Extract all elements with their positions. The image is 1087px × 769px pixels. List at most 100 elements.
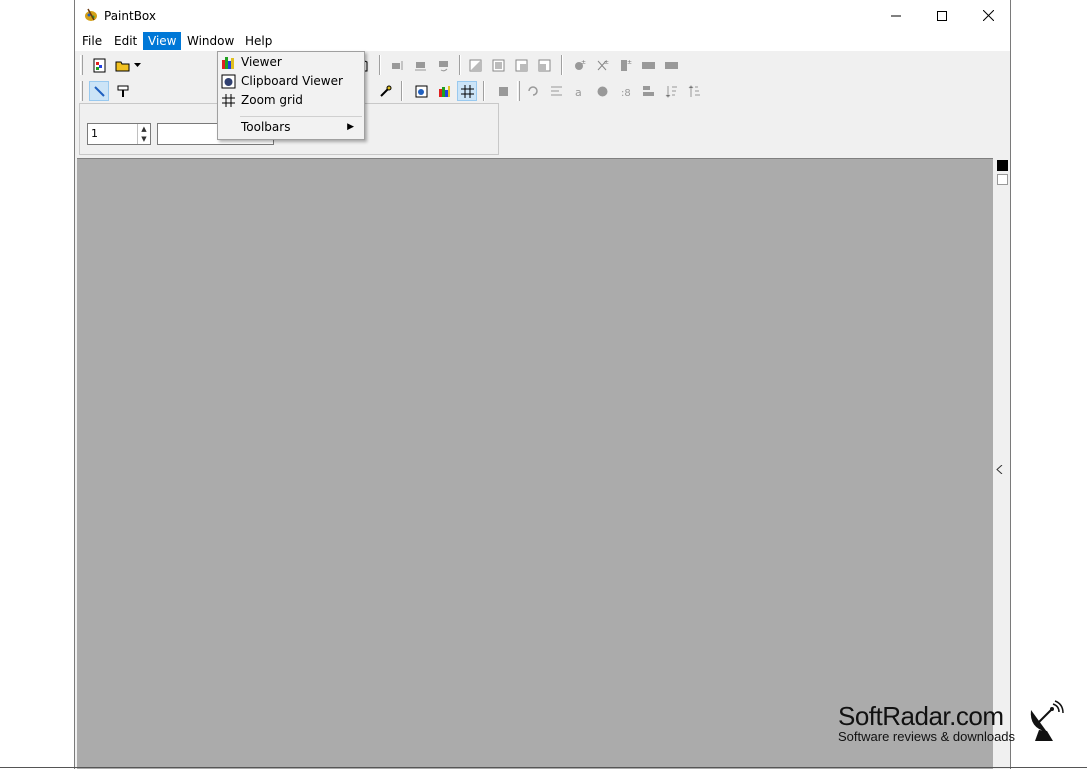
zoom-grid-toolbar-button[interactable] <box>457 81 477 101</box>
view-menu-viewer[interactable]: Viewer <box>218 53 364 72</box>
submenu-arrow-icon: ▶ <box>347 122 354 132</box>
flip-icon <box>414 61 426 70</box>
svg-text:a: a <box>575 86 582 99</box>
crop-icon <box>469 59 481 71</box>
open-button[interactable] <box>113 55 133 75</box>
toolbar-button-13[interactable] <box>465 55 485 75</box>
screen-bottom-edge <box>0 767 1087 768</box>
open-folder-icon <box>115 61 130 71</box>
toolbar-button-text[interactable]: a <box>569 81 589 101</box>
satellite-dish-icon <box>1030 700 1064 741</box>
toolbar-button-15[interactable] <box>511 55 531 75</box>
svg-text:±: ± <box>581 59 586 66</box>
toolbar-button-refresh[interactable] <box>523 81 543 101</box>
clipboard-viewer-icon <box>221 74 236 89</box>
color-strip <box>993 158 1010 769</box>
toolbar-button-18[interactable]: ± <box>592 55 612 75</box>
close-button[interactable] <box>965 0 1011 31</box>
paint-roller-icon <box>117 85 128 97</box>
sort-up-icon <box>688 84 700 97</box>
menu-view[interactable]: View <box>143 32 182 50</box>
toolbar-button-20[interactable] <box>638 55 658 75</box>
toolbar-button-12[interactable] <box>433 55 453 75</box>
resize-icon <box>391 60 402 70</box>
pencil-tool-button[interactable] <box>89 81 109 101</box>
toolbar-grip[interactable] <box>517 81 520 101</box>
viewer-icon <box>415 85 427 97</box>
toolbar-button-14[interactable] <box>488 55 508 75</box>
toolbar-button-circle[interactable] <box>592 81 612 101</box>
view-menu-toolbars[interactable]: Toolbars ▶ <box>218 118 364 137</box>
toolbar-button-11[interactable] <box>410 55 430 75</box>
shrink-icon <box>538 59 550 71</box>
text-icon: a <box>575 86 582 99</box>
open-dropdown-button[interactable] <box>132 55 142 75</box>
palette-toolbar-button[interactable] <box>434 81 454 101</box>
viewer-icon <box>222 57 234 69</box>
toolbar-button-bars[interactable] <box>638 81 658 101</box>
color-picker-tool-button[interactable] <box>375 81 395 101</box>
svg-text:±: ± <box>604 59 609 66</box>
viewer-toolbar-button[interactable] <box>411 81 431 101</box>
new-image-icon <box>93 58 105 72</box>
toolbar-separator <box>379 55 381 75</box>
grayscale-icon <box>641 61 655 69</box>
svg-text:±: ± <box>627 59 632 66</box>
toolbar-separator <box>401 81 403 101</box>
paintbox-app-icon <box>85 8 97 21</box>
expand-icon <box>515 59 527 71</box>
toolbar-button-sort-down[interactable] <box>661 81 681 101</box>
menu-bar: File Edit View Window Help <box>75 31 1010 51</box>
menu-separator <box>240 116 362 117</box>
workspace-canvas[interactable] <box>77 158 993 769</box>
toolbar-separator <box>483 81 485 101</box>
line-width-value: 1 <box>91 127 98 140</box>
main-toolbar: ± ± ± <box>75 53 695 77</box>
contrast-icon: ± <box>597 59 609 70</box>
toolbar-button-16[interactable] <box>534 55 554 75</box>
toolbar-button-19[interactable]: ± <box>615 55 635 75</box>
close-icon <box>982 10 994 21</box>
refresh-icon <box>527 85 538 96</box>
foreground-color-swatch[interactable] <box>997 160 1008 171</box>
grid-icon <box>460 84 474 98</box>
toolbar-button-align[interactable] <box>546 81 566 101</box>
toolbar-button-10[interactable] <box>387 55 407 75</box>
toolbar-button-dots[interactable]: :8 <box>615 81 635 101</box>
brush-tool-button[interactable] <box>113 81 133 101</box>
menu-file[interactable]: File <box>77 32 107 50</box>
sort-down-icon <box>665 85 677 98</box>
new-image-button[interactable] <box>89 55 109 75</box>
menu-window[interactable]: Window <box>182 32 239 50</box>
spinner-arrows[interactable]: ▲ ▼ <box>137 124 150 144</box>
toolbar-button-sort-up[interactable] <box>684 81 704 101</box>
background-color-swatch[interactable] <box>997 174 1008 185</box>
toolbar-button-17[interactable]: ± <box>569 55 589 75</box>
collapse-panel-button[interactable] <box>996 463 1003 477</box>
toolbar-button-layers[interactable] <box>493 81 513 101</box>
gamma-icon: ± <box>620 59 632 71</box>
toolbar-grip[interactable] <box>80 81 83 101</box>
layers-icon <box>498 86 508 96</box>
view-menu-clipboard-viewer[interactable]: Clipboard Viewer <box>218 72 364 91</box>
bars-icon <box>642 85 654 96</box>
menu-help[interactable]: Help <box>240 32 277 50</box>
toolbar-grip[interactable] <box>80 55 83 75</box>
watermark-title: SoftRadar.com <box>838 701 1004 731</box>
view-menu-zoom-grid[interactable]: Zoom grid <box>218 91 364 110</box>
brightness-icon: ± <box>574 59 586 70</box>
tools-toolbar: a :8 <box>75 79 715 103</box>
maximize-button[interactable] <box>919 0 965 31</box>
view-menu-toolbars-label: Toolbars <box>241 120 291 134</box>
pencil-icon <box>93 85 105 97</box>
view-menu-viewer-label: Viewer <box>241 55 282 69</box>
view-menu-dropdown: Viewer Clipboard Viewer Zoom grid Toolba… <box>217 51 365 140</box>
line-width-spinner[interactable]: 1 ▲ ▼ <box>87 123 151 145</box>
minimize-button[interactable] <box>873 0 919 31</box>
title-bar: PaintBox <box>75 0 1010 31</box>
toolbar-separator <box>561 55 563 75</box>
svg-text::8: :8 <box>621 88 631 99</box>
toolbar-button-21[interactable] <box>661 55 681 75</box>
menu-edit[interactable]: Edit <box>109 32 142 50</box>
circle-icon <box>597 86 607 96</box>
